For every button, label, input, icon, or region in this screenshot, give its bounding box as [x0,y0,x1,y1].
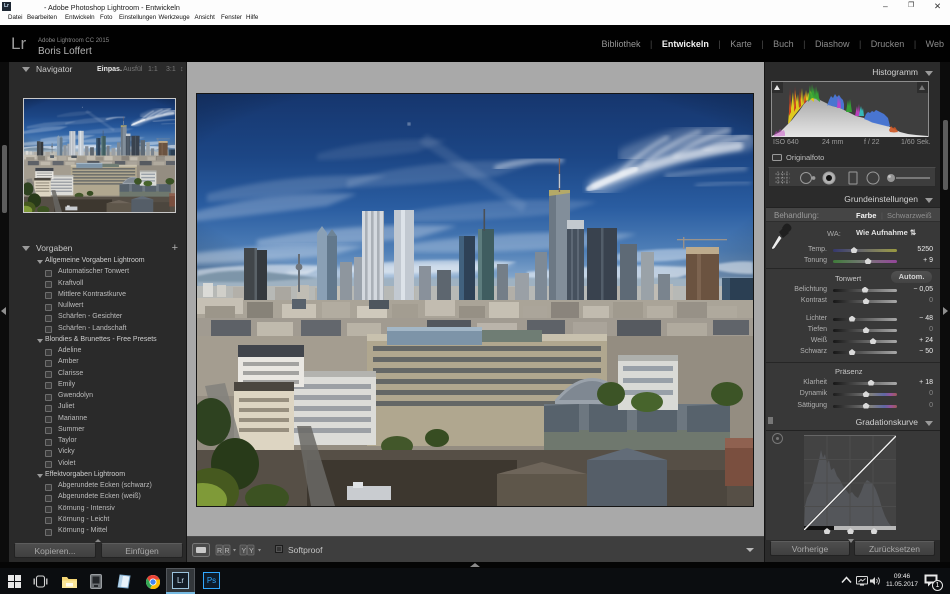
svg-text:R: R [225,548,230,555]
svg-text:R: R [217,548,222,555]
svg-text:Y: Y [242,548,247,555]
svg-text:Y: Y [249,548,254,555]
